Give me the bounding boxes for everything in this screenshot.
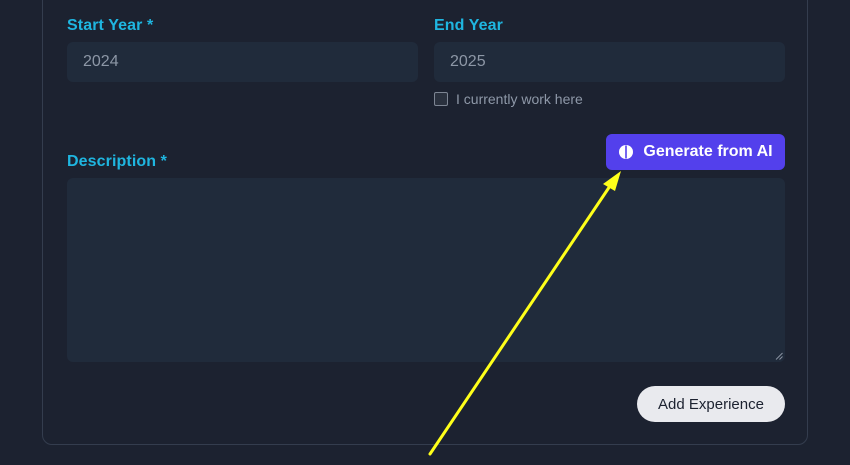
generate-ai-label: Generate from AI	[643, 143, 773, 160]
start-year-input[interactable]: 2024	[67, 42, 418, 82]
resize-handle-icon[interactable]	[775, 352, 783, 360]
generate-ai-button[interactable]: Generate from AI	[606, 134, 785, 170]
add-experience-label: Add Experience	[658, 395, 764, 413]
brain-icon	[619, 145, 634, 159]
description-label: Description *	[67, 153, 167, 170]
page: Start Year * 2024 End Year 2025 I curren…	[0, 0, 850, 465]
current-work-row[interactable]: I currently work here	[434, 91, 583, 107]
end-year-label: End Year	[434, 17, 503, 34]
current-work-label: I currently work here	[456, 91, 583, 107]
add-experience-button[interactable]: Add Experience	[637, 386, 785, 422]
end-year-value: 2025	[450, 53, 486, 70]
description-textarea[interactable]	[67, 178, 785, 362]
end-year-input[interactable]: 2025	[434, 42, 785, 82]
start-year-value: 2024	[83, 53, 119, 70]
start-year-label: Start Year *	[67, 17, 154, 34]
current-work-checkbox[interactable]	[434, 92, 448, 106]
